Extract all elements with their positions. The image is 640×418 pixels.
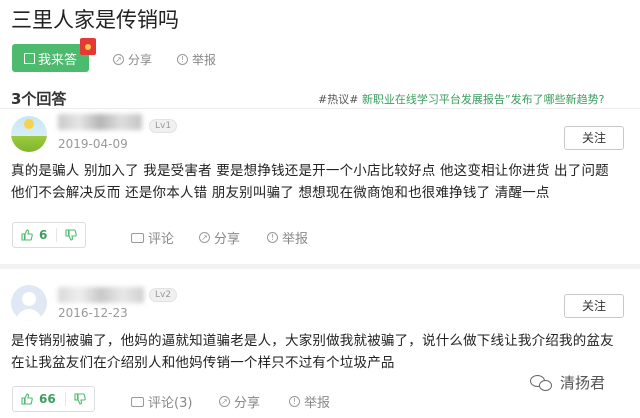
answer-count: 3个回答	[11, 90, 67, 108]
dislike-button[interactable]	[66, 393, 94, 405]
hot-topic-tag: #热议#	[318, 93, 359, 106]
share-button[interactable]: ↗ 分享	[113, 51, 152, 68]
answer-report-button[interactable]: ! 举报	[267, 228, 308, 247]
user-level-badge: Lv1	[149, 119, 178, 133]
edit-icon	[23, 52, 35, 64]
answer-report-label: 举报	[282, 232, 309, 247]
vote-control: 6	[12, 222, 87, 248]
hot-topic-link[interactable]: 新职业在线学习平台发展报告”发布了哪些新趋势?	[362, 93, 605, 106]
comment-label: 评论(3)	[148, 396, 193, 411]
avatar[interactable]	[11, 285, 47, 321]
username-blurred[interactable]	[58, 287, 144, 303]
thumbs-down-icon	[74, 393, 86, 405]
watermark: 清扬君	[530, 372, 605, 393]
comment-icon	[131, 232, 144, 243]
username-blurred[interactable]	[58, 114, 142, 130]
answer-share-button[interactable]: ↗ 分享	[199, 228, 240, 247]
answer-divider	[0, 264, 640, 269]
report-icon: !	[289, 396, 300, 407]
share-icon: ↗	[199, 232, 210, 243]
wechat-icon	[530, 373, 554, 393]
like-button[interactable]: 66	[13, 392, 66, 406]
question-title: 三里人家是传销吗	[11, 8, 179, 32]
follow-button[interactable]: 关注	[564, 294, 624, 318]
answer-text: 是传销别被骗了，他妈的逼就知道骗老是人，大家别做我就被骗了，说什么做下线让我介绍…	[11, 333, 614, 371]
share-icon: ↗	[219, 396, 230, 407]
answer-share-label: 分享	[234, 396, 261, 411]
watermark-text: 清扬君	[560, 374, 606, 392]
thumbs-down-icon	[65, 229, 78, 241]
red-packet-icon[interactable]	[80, 38, 96, 55]
avatar[interactable]	[11, 116, 47, 152]
follow-button[interactable]: 关注	[564, 126, 624, 150]
user-level-badge: Lv2	[149, 288, 178, 302]
vote-control: 66	[12, 386, 95, 412]
answer-report-button[interactable]: ! 举报	[289, 392, 330, 411]
thumbs-up-icon	[21, 229, 33, 241]
report-button[interactable]: ! 举报	[177, 51, 216, 68]
answer-button-label: 我来答	[37, 52, 77, 68]
thumbs-up-icon	[21, 393, 33, 405]
like-count: 6	[39, 228, 48, 242]
answer-share-button[interactable]: ↗ 分享	[219, 392, 260, 411]
answer-text: 真的是骗人 别加入了 我是受害者 要是想挣钱还是开一个小店比较好点 他这变相让你…	[11, 163, 609, 201]
report-icon: !	[267, 232, 278, 243]
share-icon: ↗	[113, 54, 124, 65]
answer-report-label: 举报	[304, 396, 331, 411]
like-count: 66	[39, 392, 56, 406]
comment-label: 评论	[148, 232, 175, 247]
comment-button[interactable]: 评论(3)	[131, 392, 192, 411]
answer-button[interactable]: 我来答	[12, 44, 89, 72]
answer-date: 2019-04-09	[58, 137, 128, 151]
report-label: 举报	[192, 53, 217, 67]
like-button[interactable]: 6	[13, 228, 58, 242]
hot-topic[interactable]: #热议# 新职业在线学习平台发展报告”发布了哪些新趋势?	[318, 91, 604, 107]
answer-share-label: 分享	[214, 232, 241, 247]
share-label: 分享	[128, 53, 153, 67]
dislike-button[interactable]	[57, 229, 85, 241]
comment-button[interactable]: 评论	[131, 228, 174, 247]
report-icon: !	[177, 54, 188, 65]
comment-icon	[131, 396, 144, 407]
divider	[0, 108, 640, 109]
answer-date: 2016-12-23	[58, 306, 128, 320]
